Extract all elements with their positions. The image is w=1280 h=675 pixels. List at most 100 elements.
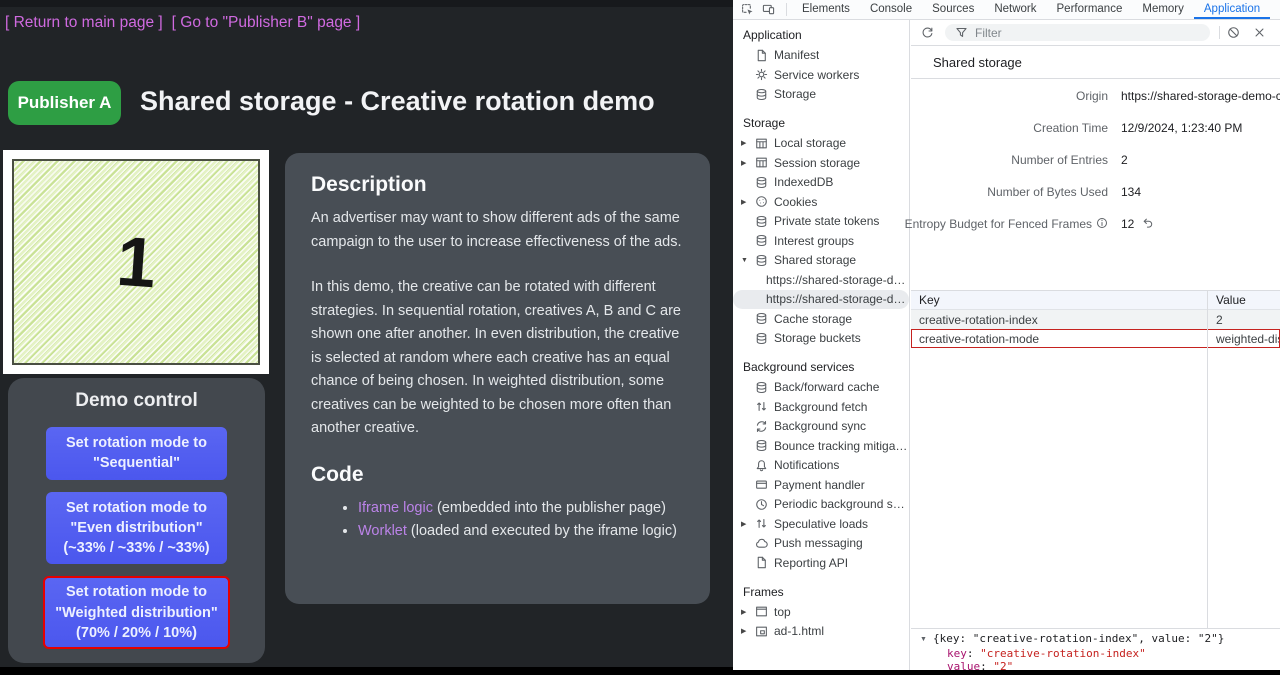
sidebar-item-notifications[interactable]: Notifications xyxy=(733,456,909,476)
sidebar-item-storage[interactable]: Storage xyxy=(733,85,909,105)
sidebar-item-label: Speculative loads xyxy=(774,517,868,531)
sidebar-item-label: https://shared-storage-d… xyxy=(766,273,905,287)
sidebar-item-periodic-background-s[interactable]: Periodic background s… xyxy=(733,495,909,515)
chevron-right-icon[interactable]: ▶ xyxy=(741,520,754,528)
nav-link-go-to-publisher-b-page[interactable]: [ Go to "Publisher B" page ] xyxy=(172,14,361,31)
rotation-mode-button-weighted-distribution[interactable]: Set rotation mode to"Weighted distributi… xyxy=(43,576,230,649)
devtools-tab-console[interactable]: Console xyxy=(860,0,922,19)
sidebar-item-back-forward-cache[interactable]: Back/forward cache xyxy=(733,378,909,398)
metadata-label: Creation Time xyxy=(911,121,1108,135)
chevron-right-icon[interactable]: ▶ xyxy=(741,608,754,616)
devtools-tabbar: ElementsConsoleSourcesNetworkPerformance… xyxy=(733,0,1280,20)
sidebar-item-label: top xyxy=(774,605,791,619)
table-cell-value: 2 xyxy=(1207,310,1280,329)
screenshot-root: [ Return to main page ] [ Go to "Publishe… xyxy=(0,0,1280,675)
code-link-iframe-logic[interactable]: Iframe logic xyxy=(358,500,433,516)
sidebar-item-https-shared-storage-d[interactable]: https://shared-storage-d… xyxy=(733,270,909,290)
devtools-tab-network[interactable]: Network xyxy=(984,0,1046,19)
preview-property-value: "2" xyxy=(993,660,1013,670)
creative-number: 1 xyxy=(114,226,158,299)
chevron-down-icon[interactable]: ▼ xyxy=(741,257,754,264)
sidebar-item-label: ad-1.html xyxy=(774,624,824,638)
sidebar-item-cache-storage[interactable]: Cache storage xyxy=(733,309,909,329)
clock-icon xyxy=(754,497,768,511)
chevron-right-icon[interactable]: ▶ xyxy=(741,627,754,635)
sidebar-item-storage-buckets[interactable]: Storage buckets xyxy=(733,329,909,349)
nav-link-return-to-main-page[interactable]: [ Return to main page ] xyxy=(5,14,163,31)
sidebar-item-interest-groups[interactable]: Interest groups xyxy=(733,231,909,251)
card-icon xyxy=(754,478,768,492)
sidebar-item-cookies[interactable]: ▶ Cookies xyxy=(733,192,909,212)
database-icon xyxy=(754,175,768,189)
devtools-tab-memory[interactable]: Memory xyxy=(1132,0,1194,19)
description-panel: Description An advertiser may want to sh… xyxy=(285,153,710,604)
sidebar-item-label: Reporting API xyxy=(774,556,848,570)
divider xyxy=(1219,26,1220,39)
sidebar-item-label: Shared storage xyxy=(774,253,856,267)
code-link-worklet[interactable]: Worklet xyxy=(358,523,407,539)
table-icon xyxy=(754,156,768,170)
sidebar-item-shared-storage[interactable]: ▼ Shared storage xyxy=(733,251,909,271)
preview-entry-key: key: "creative-rotation-index" xyxy=(920,647,1280,661)
sidebar-item-service-workers[interactable]: Service workers xyxy=(733,65,909,85)
inspect-icon[interactable] xyxy=(739,2,756,18)
sidebar-section-header: Storage xyxy=(733,114,909,134)
preview-property-name: key xyxy=(947,647,967,660)
devtools-tab-application[interactable]: Application xyxy=(1194,0,1270,19)
clear-all-icon[interactable] xyxy=(1225,24,1242,41)
sidebar-item-push-messaging[interactable]: Push messaging xyxy=(733,534,909,554)
info-icon[interactable] xyxy=(1096,217,1108,232)
sidebar-item-manifest[interactable]: Manifest xyxy=(733,46,909,66)
sidebar-item-top[interactable]: ▶ top xyxy=(733,602,909,622)
devtools-tab-performance[interactable]: Performance xyxy=(1047,0,1133,19)
grid-rows: creative-rotation-index2creative-rotatio… xyxy=(911,310,1280,348)
sidebar-item-reporting-api[interactable]: Reporting API xyxy=(733,553,909,573)
metadata-value: 12 xyxy=(1121,217,1154,232)
sidebar-item-label: Cache storage xyxy=(774,312,852,326)
sidebar-item-background-sync[interactable]: Background sync xyxy=(733,417,909,437)
chevron-right-icon[interactable]: ▶ xyxy=(741,159,754,167)
table-row-creative-rotation-mode[interactable]: creative-rotation-modeweighted-distribut… xyxy=(911,329,1280,348)
grid-header-key[interactable]: Key xyxy=(911,291,1207,309)
sidebar-item-bounce-tracking-mitiga[interactable]: Bounce tracking mitiga… xyxy=(733,436,909,456)
delete-selected-icon[interactable] xyxy=(1251,24,1268,41)
sidebar-item-session-storage[interactable]: ▶Session storage xyxy=(733,153,909,173)
sidebar-item-label: Cookies xyxy=(774,195,817,209)
file-icon xyxy=(754,48,768,62)
sidebar-item-label: Storage buckets xyxy=(774,331,861,345)
table-row-creative-rotation-index[interactable]: creative-rotation-index2 xyxy=(911,310,1280,329)
devtools-tab-sources[interactable]: Sources xyxy=(922,0,984,19)
metadata-label: Number of Bytes Used xyxy=(911,185,1108,199)
rotation-mode-button-sequential[interactable]: Set rotation mode to"Sequential" xyxy=(46,427,227,480)
preview-separator: : xyxy=(967,647,980,660)
device-toolbar-icon[interactable] xyxy=(760,2,777,18)
grid-header-value[interactable]: Value xyxy=(1207,291,1280,309)
chevron-right-icon[interactable]: ▶ xyxy=(741,198,754,206)
reset-budget-icon[interactable] xyxy=(1142,217,1154,232)
database-icon xyxy=(754,380,768,394)
metadata-value: 134 xyxy=(1121,185,1141,199)
sidebar-item-private-state-tokens[interactable]: Private state tokens xyxy=(733,212,909,232)
devtools-tab-elements[interactable]: Elements xyxy=(792,0,860,19)
refresh-icon[interactable] xyxy=(919,24,936,41)
sidebar-item-https-shared-storage-d[interactable]: https://shared-storage-d… xyxy=(733,290,909,310)
sidebar-item-local-storage[interactable]: ▶Local storage xyxy=(733,134,909,154)
bell-icon xyxy=(754,458,768,472)
sidebar-section-frames: Frames▶top▶ad-1.html xyxy=(733,583,909,642)
rotation-mode-button-even-distribution[interactable]: Set rotation mode to"Even distribution"(… xyxy=(46,492,227,565)
code-heading: Code xyxy=(311,463,684,487)
filter-placeholder: Filter xyxy=(975,26,1002,40)
metadata-value: 12/9/2024, 1:23:40 PM xyxy=(1121,121,1242,135)
description-paragraphs: An advertiser may want to show different… xyxy=(311,207,684,441)
sidebar-item-background-fetch[interactable]: Background fetch xyxy=(733,397,909,417)
publisher-badge: Publisher A xyxy=(8,81,121,125)
expand-arrow-icon[interactable]: ▼ xyxy=(920,633,933,647)
filter-input[interactable]: Filter xyxy=(945,24,1210,41)
sidebar-item-speculative-loads[interactable]: ▶ Speculative loads xyxy=(733,514,909,534)
chevron-right-icon[interactable]: ▶ xyxy=(741,139,754,147)
grid-column-divider[interactable] xyxy=(1207,291,1208,628)
sidebar-item-payment-handler[interactable]: Payment handler xyxy=(733,475,909,495)
sidebar-item-ad-1-html[interactable]: ▶ ad-1.html xyxy=(733,622,909,642)
sidebar-item-indexeddb[interactable]: IndexedDB xyxy=(733,173,909,193)
sidebar-item-label: Back/forward cache xyxy=(774,380,879,394)
